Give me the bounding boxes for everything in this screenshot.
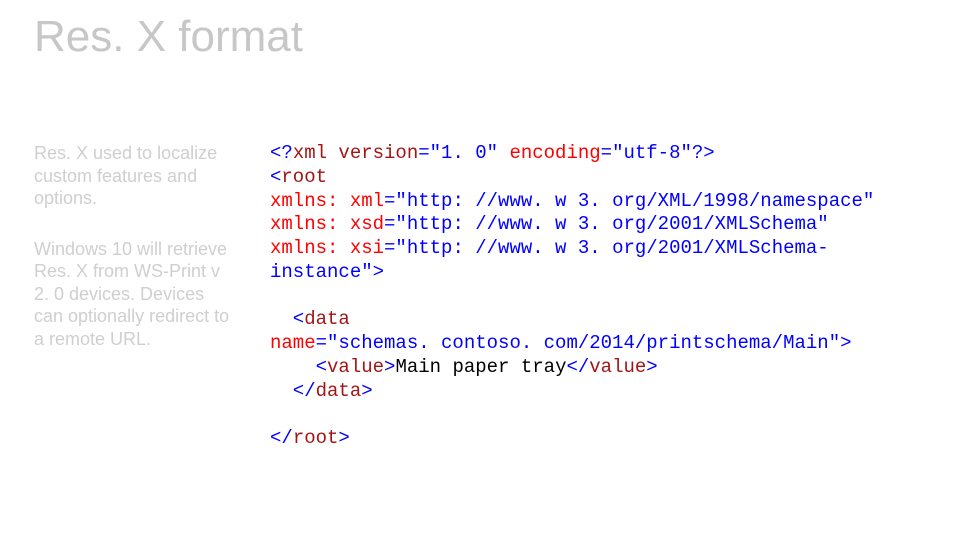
code-attr: name xyxy=(270,332,316,354)
slide-title: Res. X format xyxy=(34,12,303,62)
code-tag: xml version xyxy=(293,142,418,164)
code-punct: </ xyxy=(270,380,316,402)
code-punct: > xyxy=(646,356,657,378)
code-punct: > xyxy=(338,427,349,449)
code-punct: < xyxy=(270,308,304,330)
code-tag: root xyxy=(293,427,339,449)
code-tag: root xyxy=(281,166,327,188)
paragraph-2: Windows 10 will retrieve Res. X from WS-… xyxy=(34,238,234,351)
code-punct: ="http: //www. w 3. org/2001/XMLSchema- xyxy=(384,237,829,259)
code-punct: > xyxy=(361,380,372,402)
code-tag: data xyxy=(316,380,362,402)
code-attr: xmlns: xsd xyxy=(270,213,384,235)
code-attr: encoding xyxy=(509,142,600,164)
code-punct: > xyxy=(703,142,714,164)
code-punct: ="schemas. contoso. com/2014/printschema… xyxy=(316,332,841,354)
paragraph-1: Res. X used to localize custom features … xyxy=(34,142,234,210)
code-tag: data xyxy=(304,308,350,330)
code-punct: > xyxy=(373,261,384,283)
code-punct: <? xyxy=(270,142,293,164)
code-block: <?xml version="1. 0" encoding="utf-8"?> … xyxy=(270,142,930,451)
code-punct: ="1. 0" xyxy=(418,142,509,164)
code-attr: xmlns: xml xyxy=(270,190,384,212)
code-punct: instance" xyxy=(270,261,373,283)
code-punct: ="http: //www. w 3. org/2001/XMLSchema" xyxy=(384,213,829,235)
code-punct: < xyxy=(270,356,327,378)
code-punct: </ xyxy=(566,356,589,378)
slide: Res. X format Res. X used to localize cu… xyxy=(0,0,960,540)
code-punct: > xyxy=(840,332,851,354)
code-tag: value xyxy=(327,356,384,378)
code-tag: value xyxy=(589,356,646,378)
code-attr: xmlns: xsi xyxy=(270,237,384,259)
code-punct: ="http: //www. w 3. org/XML/1998/namespa… xyxy=(384,190,874,212)
code-punct: < xyxy=(270,166,281,188)
code-punct: > xyxy=(384,356,395,378)
left-column: Res. X used to localize custom features … xyxy=(34,142,234,378)
code-punct: </ xyxy=(270,427,293,449)
code-punct: ="utf-8"? xyxy=(601,142,704,164)
code-text: Main paper tray xyxy=(395,356,566,378)
